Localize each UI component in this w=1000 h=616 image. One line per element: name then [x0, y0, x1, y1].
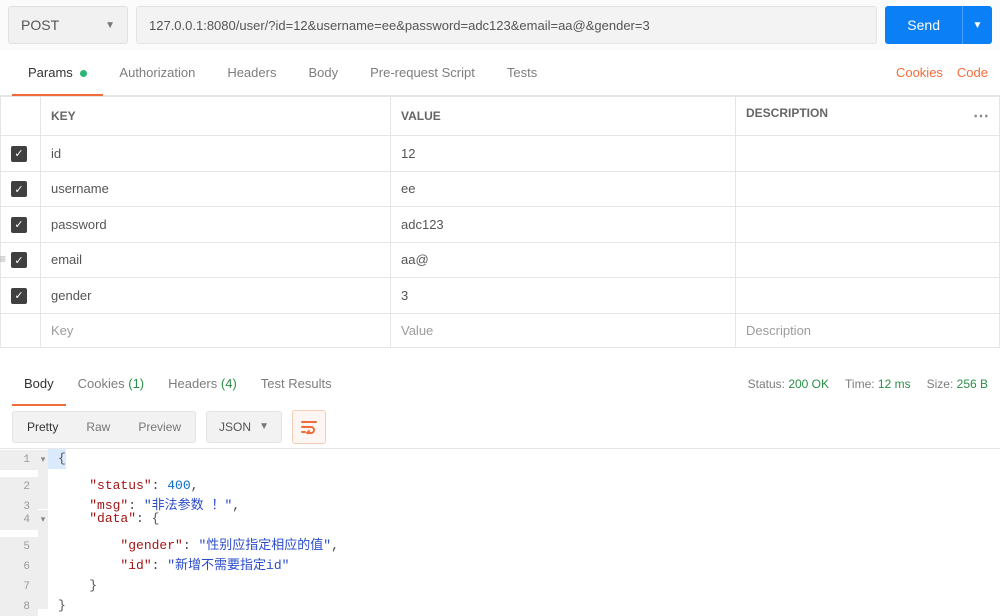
header-value: VALUE: [391, 97, 736, 136]
param-value-input[interactable]: [401, 217, 725, 232]
url-input[interactable]: [136, 6, 877, 44]
wrap-lines-button[interactable]: [292, 410, 326, 444]
new-key-input[interactable]: [51, 323, 380, 338]
row-checkbox[interactable]: ✓: [11, 288, 27, 304]
param-description-input[interactable]: [746, 252, 989, 267]
row-checkbox[interactable]: ✓: [11, 252, 27, 268]
params-table: KEY VALUE DESCRIPTION ⋯ ✓✓✓≡✓✓: [0, 96, 1000, 348]
mode-raw[interactable]: Raw: [72, 412, 124, 442]
response-body-viewer[interactable]: 1 ▾ { 2 "status": 400, 3 "msg": "非法参数 ！"…: [0, 448, 1000, 609]
request-tabs: Params Authorization Headers Body Pre-re…: [0, 50, 1000, 96]
drag-handle-icon[interactable]: ≡: [0, 252, 6, 266]
response-tab-body[interactable]: Body: [12, 362, 66, 406]
tab-prerequest[interactable]: Pre-request Script: [354, 50, 491, 96]
response-status-strip: Status: 200 OK Time: 12 ms Size: 256 B: [748, 377, 988, 391]
param-description-input[interactable]: [746, 146, 989, 161]
tab-params[interactable]: Params: [12, 50, 103, 96]
header-check: [1, 97, 41, 136]
send-button-group: Send ▼: [885, 6, 992, 44]
param-description-input[interactable]: [746, 288, 989, 303]
fold-icon[interactable]: ▾: [38, 450, 48, 470]
param-key-input[interactable]: [51, 146, 380, 161]
response-tab-headers[interactable]: Headers (4): [156, 362, 249, 406]
format-value: JSON: [219, 420, 251, 434]
size-value: 256 B: [957, 377, 988, 391]
tab-headers[interactable]: Headers: [211, 50, 292, 96]
table-row: ✓: [1, 207, 1000, 243]
param-key-input[interactable]: [51, 217, 380, 232]
fold-icon[interactable]: ▾: [38, 510, 48, 530]
chevron-down-icon: ▼: [105, 20, 115, 31]
param-description-input[interactable]: [746, 181, 989, 196]
row-checkbox[interactable]: ✓: [11, 146, 27, 162]
send-dropdown-button[interactable]: ▼: [962, 6, 992, 44]
table-row: ✓: [1, 171, 1000, 207]
param-value-input[interactable]: [401, 146, 725, 161]
response-tab-cookies[interactable]: Cookies (1): [66, 362, 156, 406]
mode-pretty[interactable]: Pretty: [13, 412, 72, 442]
tab-label: Params: [28, 65, 73, 80]
param-value-input[interactable]: [401, 288, 725, 303]
param-key-input[interactable]: [51, 181, 380, 196]
tabs-right: Cookies Code: [896, 65, 988, 80]
method-select[interactable]: POST ▼: [8, 6, 128, 44]
tab-body[interactable]: Body: [292, 50, 354, 96]
changes-dot-icon: [80, 70, 87, 77]
header-description: DESCRIPTION ⋯: [736, 97, 1000, 136]
send-button[interactable]: Send: [885, 6, 962, 44]
new-value-input[interactable]: [401, 323, 725, 338]
new-param-row: [1, 313, 1000, 347]
table-row: ✓: [1, 278, 1000, 314]
table-row: ✓: [1, 136, 1000, 172]
row-checkbox[interactable]: ✓: [11, 217, 27, 233]
param-key-input[interactable]: [51, 288, 380, 303]
status-value: 200 OK: [788, 377, 829, 391]
param-value-input[interactable]: [401, 181, 725, 196]
param-key-input[interactable]: [51, 252, 380, 267]
tab-tests[interactable]: Tests: [491, 50, 553, 96]
chevron-down-icon: ▼: [259, 421, 269, 432]
columns-menu-icon[interactable]: ⋯: [969, 106, 989, 126]
code-link[interactable]: Code: [957, 65, 988, 80]
new-description-input[interactable]: [746, 323, 989, 338]
table-row: ≡✓: [1, 242, 1000, 278]
row-checkbox[interactable]: ✓: [11, 181, 27, 197]
request-bar: POST ▼ Send ▼: [0, 0, 1000, 50]
time-value: 12 ms: [878, 377, 911, 391]
param-value-input[interactable]: [401, 252, 725, 267]
param-description-input[interactable]: [746, 217, 989, 232]
view-mode-segment: Pretty Raw Preview: [12, 411, 196, 443]
tab-authorization[interactable]: Authorization: [103, 50, 211, 96]
wrap-icon: [301, 420, 317, 434]
response-tabs: Body Cookies (1) Headers (4) Test Result…: [0, 362, 1000, 406]
cookies-link[interactable]: Cookies: [896, 65, 943, 80]
mode-preview[interactable]: Preview: [124, 412, 195, 442]
method-value: POST: [21, 17, 59, 33]
header-key: KEY: [41, 97, 391, 136]
format-select[interactable]: JSON ▼: [206, 411, 282, 443]
response-tab-test-results[interactable]: Test Results: [249, 362, 344, 406]
line-number: 1: [0, 450, 38, 470]
viewer-toolbar: Pretty Raw Preview JSON ▼: [0, 406, 1000, 448]
